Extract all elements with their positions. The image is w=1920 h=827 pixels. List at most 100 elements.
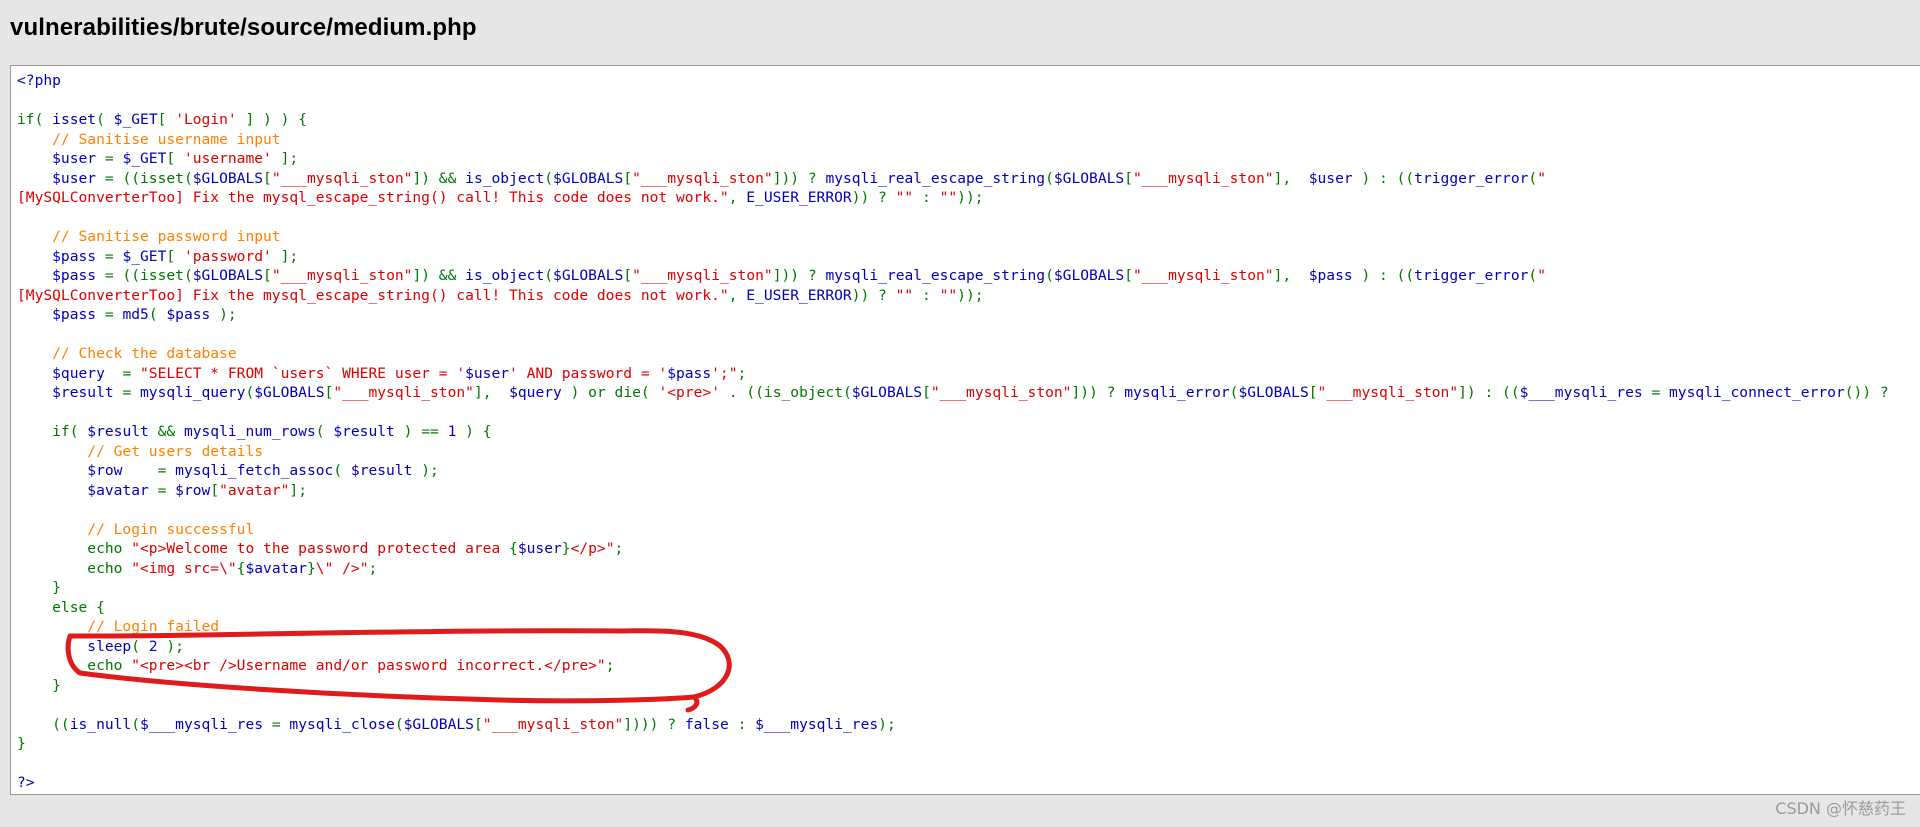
code-token: $GLOBALS (851, 384, 923, 401)
code-line: $row = mysqli_fetch_assoc( $result ); (17, 461, 1897, 481)
code-line: echo "<pre><br />Username and/or passwor… (17, 656, 1897, 676)
code-token: = (104, 306, 123, 323)
code-line: $result = mysqli_query($GLOBALS["___mysq… (17, 383, 1897, 403)
code-token: ( (1528, 169, 1538, 187)
code-token: mysqli_connect_error (1669, 384, 1845, 401)
code-token: ) { (465, 423, 492, 440)
code-token: ; (737, 364, 747, 382)
code-token: $_GET (122, 247, 167, 265)
code-token: : (737, 715, 756, 733)
code-token: ( (544, 267, 554, 284)
code-token: "___mysqli_ston" (632, 169, 773, 187)
code-token: ' AND password = ' (509, 364, 668, 382)
code-token: mysqli_num_rows (183, 423, 316, 440)
code-token: ; (605, 657, 615, 674)
code-token: [ (473, 715, 483, 733)
code-token: )); (957, 286, 984, 304)
code-token: } (17, 676, 61, 694)
code-token: [ (1124, 169, 1133, 187)
code-token: mysqli_error (1124, 384, 1230, 401)
code-token: $GLOBALS (1053, 169, 1125, 187)
code-token: 2 (148, 637, 167, 655)
code-line: else { (17, 598, 1897, 618)
code-token: $___mysqli_res (755, 715, 879, 733)
code-token: $pass (166, 306, 220, 323)
code-token: $query (17, 364, 123, 382)
code-token: mysqli_fetch_assoc (175, 462, 334, 479)
code-token: "___mysqli_ston" (271, 169, 413, 187)
code-token: ]) : (( (1458, 384, 1520, 401)
code-token: ); (878, 715, 896, 733)
code-token: : (913, 286, 940, 304)
code-token: )); (957, 189, 984, 206)
code-token: $pass (667, 364, 712, 382)
code-token: "avatar" (219, 481, 290, 499)
code-token: $GLOBALS (403, 715, 474, 733)
code-token: " (1537, 267, 1546, 284)
code-token: } (561, 540, 571, 557)
code-token: $result (87, 423, 158, 440)
code-line: $user = $_GET[ 'username' ]; (17, 149, 1897, 169)
code-token: "" (939, 286, 958, 304)
code-token: $user (17, 150, 105, 167)
code-token: [ (157, 111, 176, 128)
code-line: $user = ((isset($GLOBALS["___mysqli_ston… (17, 169, 1897, 189)
code-token: ])) ? (772, 169, 826, 187)
code-token: $GLOBALS (553, 267, 624, 284)
code-token: [ (166, 150, 184, 167)
code-token: trigger_error (1414, 169, 1529, 187)
code-line: $pass = $_GET[ 'password' ]; (17, 247, 1897, 267)
code-line: echo "<p>Welcome to the password protect… (17, 539, 1897, 559)
code-token: "" (939, 189, 958, 206)
code-token: "___mysqli_ston" (333, 384, 474, 401)
code-token: $user (465, 364, 510, 382)
code-token: ])) ? (772, 267, 826, 284)
code-token: '<pre>' (658, 384, 720, 401)
code-token: [ (1308, 384, 1318, 401)
code-token: ( (315, 423, 334, 440)
code-line: $pass = ((isset($GLOBALS["___mysqli_ston… (17, 266, 1897, 286)
code-token: ( (148, 306, 167, 323)
code-token: mysqli_close (289, 715, 395, 733)
code-token: false (684, 715, 738, 733)
code-line: } (17, 578, 1897, 598)
code-token: ?> (17, 774, 35, 791)
code-token: "" (895, 286, 914, 304)
code-line: // Login failed (17, 617, 1897, 637)
code-token: "___mysqli_ston" (632, 267, 773, 284)
code-token: ; (614, 540, 624, 557)
code-token: $user (1308, 169, 1362, 187)
code-token: ]; (271, 247, 299, 265)
code-token: ( (394, 715, 404, 733)
code-token: ] ) ) { (236, 111, 307, 128)
code-token: $pass (17, 247, 105, 265)
code-token: ( (245, 384, 255, 401)
code-token: ], (1273, 267, 1309, 284)
code-token: = (104, 247, 123, 265)
code-token: $result (333, 423, 404, 440)
code-token: $user (17, 169, 105, 187)
page-title: vulnerabilities/brute/source/medium.php (10, 14, 477, 41)
code-token: ( (1045, 267, 1054, 284)
code-token: $GLOBALS (192, 267, 264, 284)
code-token: ) or die( (570, 384, 659, 401)
code-token: ]) && (412, 267, 466, 284)
code-token: mysqli_real_escape_string (825, 267, 1046, 284)
code-token: [ (263, 169, 272, 187)
code-token: 'Login' (175, 111, 237, 128)
code-token: $GLOBALS (254, 384, 325, 401)
code-line: // Get users details (17, 442, 1897, 462)
code-token: = (157, 481, 176, 499)
code-token: $pass (17, 306, 105, 323)
code-token: $___mysqli_res (1519, 384, 1652, 401)
code-line: // Sanitise username input (17, 130, 1897, 150)
code-token: "___mysqli_ston" (1132, 169, 1274, 187)
code-token: } (17, 735, 26, 752)
code-token: [ (210, 481, 220, 499)
code-line: ?> (17, 773, 1897, 793)
code-token: , (728, 189, 747, 206)
code-token: ); (421, 462, 439, 479)
